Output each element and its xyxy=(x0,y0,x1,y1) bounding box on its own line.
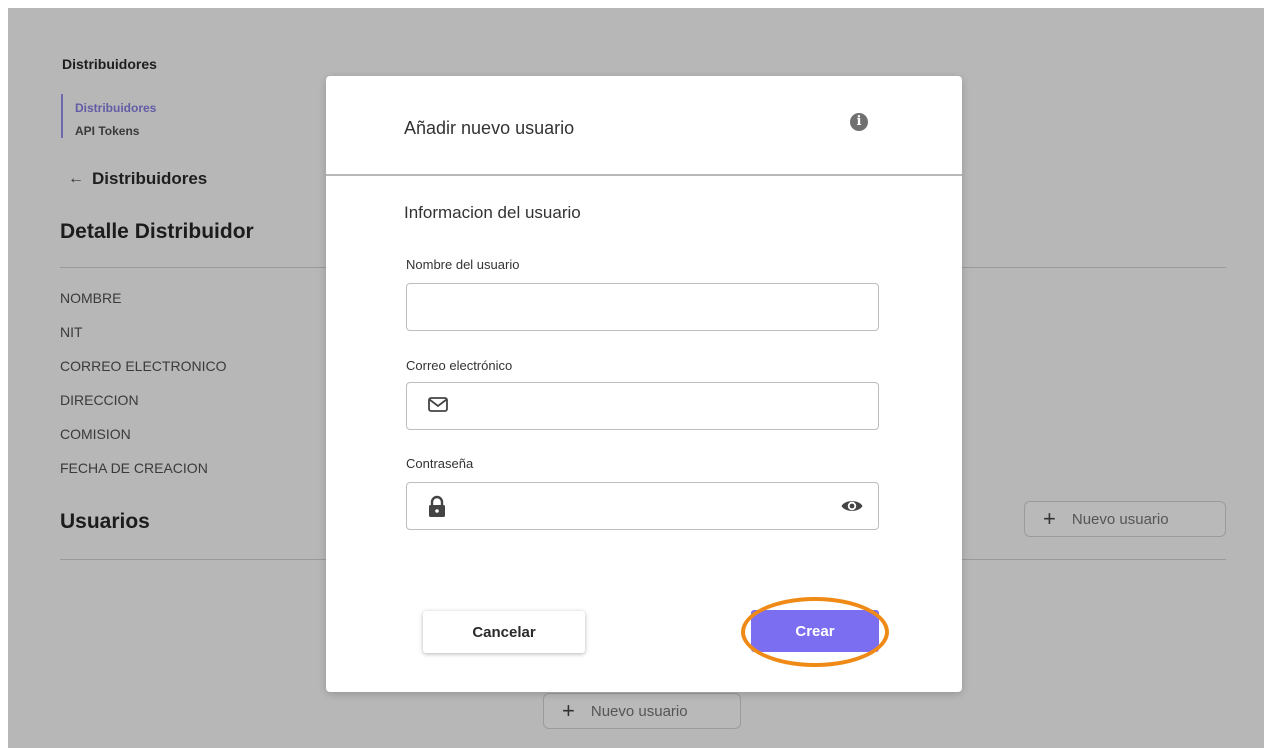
eye-icon[interactable] xyxy=(840,496,864,521)
plus-icon: + xyxy=(1043,506,1056,531)
name-field[interactable] xyxy=(406,283,879,331)
detail-field-list: NOMBRE NIT CORREO ELECTRONICO DIRECCION … xyxy=(60,286,226,490)
new-user-button-label: Nuevo usuario xyxy=(1071,510,1169,528)
field-label-comision: COMISION xyxy=(60,426,131,442)
sidebar-section-title: Distribuidores xyxy=(62,56,157,72)
create-button[interactable]: Crear xyxy=(751,610,879,652)
modal-title: Añadir nuevo usuario xyxy=(404,118,575,138)
users-title: Usuarios xyxy=(60,510,150,533)
email-field[interactable] xyxy=(406,382,879,430)
sidebar-nav: Distribuidores API Tokens xyxy=(61,94,156,138)
field-label-fecha: FECHA DE CREACION xyxy=(60,460,208,476)
email-label: Correo electrónico xyxy=(406,358,513,373)
lock-icon xyxy=(427,495,447,524)
arrow-left-icon: ← xyxy=(68,170,84,187)
detail-title: Detalle Distribuidor xyxy=(60,220,254,243)
plus-icon: + xyxy=(562,698,575,723)
field-label-nit: NIT xyxy=(60,324,83,340)
field-label-direccion: DIRECCION xyxy=(60,392,139,408)
add-user-modal: Añadir nuevo usuario i Informacion del u… xyxy=(326,76,962,692)
cancel-button[interactable]: Cancelar xyxy=(423,611,585,653)
back-link-label: Distribuidores xyxy=(92,169,208,188)
sidebar-item-distribuidores[interactable]: Distribuidores xyxy=(75,101,156,115)
section-title: Informacion del usuario xyxy=(404,203,581,222)
field-label-nombre: NOMBRE xyxy=(60,290,122,306)
sidebar-item-api-tokens[interactable]: API Tokens xyxy=(75,124,139,138)
modal-header: Añadir nuevo usuario i xyxy=(326,76,962,176)
mail-icon xyxy=(427,395,449,420)
name-label: Nombre del usuario xyxy=(406,257,520,272)
new-user-button-bottom[interactable]: + Nuevo usuario xyxy=(543,693,741,729)
info-icon[interactable]: i xyxy=(850,113,868,131)
password-field[interactable] xyxy=(406,482,879,530)
new-user-button-bottom-label: Nuevo usuario xyxy=(590,702,688,720)
field-label-correo: CORREO ELECTRONICO xyxy=(60,358,227,374)
password-label: Contraseña xyxy=(406,456,474,471)
new-user-button[interactable]: + Nuevo usuario xyxy=(1024,501,1226,537)
back-link[interactable]: ← Distribuidores xyxy=(68,169,207,189)
